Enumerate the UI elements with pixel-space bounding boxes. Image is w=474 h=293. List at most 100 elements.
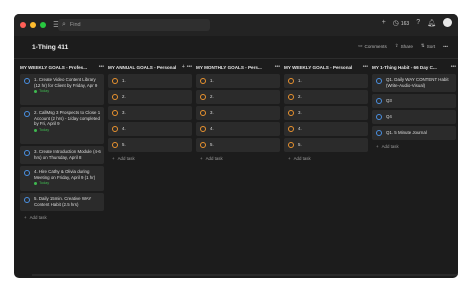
task-card[interactable]: Q1. 5 Minute Journal [372, 126, 456, 140]
task-checkbox[interactable] [288, 126, 294, 132]
avatar[interactable] [443, 18, 452, 27]
add-icon[interactable]: + [182, 64, 185, 70]
task-checkbox[interactable] [24, 170, 30, 176]
more-options-icon[interactable]: ••• [187, 64, 192, 70]
task-card[interactable]: 2. [284, 90, 368, 104]
column-title: MY WEEKLY GOALS - Personal [284, 64, 353, 70]
task-card[interactable]: 5. [284, 138, 368, 152]
task-checkbox[interactable] [288, 94, 294, 100]
plus-icon: + [200, 156, 203, 161]
task-card[interactable]: Q1. Daily WAY CONTENT Habit (Write-Audio… [372, 74, 456, 92]
task-card[interactable]: 3. [108, 106, 192, 120]
more-options-icon[interactable]: ••• [443, 43, 448, 49]
task-checkbox[interactable] [200, 142, 206, 148]
task-checkbox[interactable] [24, 78, 30, 84]
column-weekly-goals-professional: MY WEEKLY GOALS - Profes... ••• 1. Creat… [20, 62, 104, 220]
task-card[interactable]: 2. CallMsg 3 Prospects to Close 1 Accoun… [20, 107, 104, 144]
task-checkbox[interactable] [112, 110, 118, 116]
share-button[interactable]: ⇪ Share [395, 43, 413, 49]
task-checkbox[interactable] [24, 150, 30, 156]
comments-button[interactable]: ▭ Comments [358, 43, 387, 49]
column-title: MY ANNUAL GOALS - Personal [108, 64, 177, 70]
task-title: Q1. 5 Minute Journal [386, 130, 427, 136]
column-header: MY WEEKLY GOALS - Personal ••• [284, 62, 368, 72]
task-title: 4. [122, 126, 126, 132]
task-title: 3. [298, 110, 302, 116]
task-card[interactable]: 2. [108, 90, 192, 104]
task-checkbox[interactable] [200, 78, 206, 84]
task-card[interactable]: 5. Daily 15min. Creative WAY Content Hab… [20, 193, 104, 211]
task-checkbox[interactable] [376, 78, 382, 84]
task-checkbox[interactable] [112, 78, 118, 84]
window-controls [20, 22, 46, 28]
task-checkbox[interactable] [200, 94, 206, 100]
due-date-badge: Today [34, 89, 101, 95]
task-title: 5. [122, 142, 126, 148]
more-options-icon[interactable]: ••• [363, 64, 368, 70]
more-options-icon[interactable]: ••• [99, 64, 104, 70]
notifications-icon[interactable]: 🔔︎ [427, 19, 436, 27]
task-checkbox[interactable] [200, 110, 206, 116]
add-task-button[interactable]: + Add task [284, 156, 368, 161]
task-checkbox[interactable] [376, 130, 382, 136]
task-checkbox[interactable] [112, 126, 118, 132]
task-title: Q1. Daily WAY CONTENT Habit (Write-Audio… [386, 77, 449, 88]
task-title: Q4 [386, 114, 392, 120]
task-card[interactable]: 5. [108, 138, 192, 152]
due-date-badge: Today [34, 181, 101, 187]
task-checkbox[interactable] [24, 111, 30, 117]
add-icon[interactable]: + [382, 19, 386, 26]
add-task-button[interactable]: + Add task [108, 156, 192, 161]
task-card[interactable]: 3. [196, 106, 280, 120]
task-card[interactable]: 2. [196, 90, 280, 104]
task-checkbox[interactable] [288, 142, 294, 148]
search-input[interactable]: ⌕ Find [58, 19, 210, 31]
help-icon[interactable]: ? [416, 19, 420, 26]
zoom-window-button[interactable] [40, 22, 46, 28]
task-checkbox[interactable] [376, 114, 382, 120]
task-card[interactable]: 1. [108, 74, 192, 88]
task-card[interactable]: Q4 [372, 110, 456, 124]
task-card[interactable]: 1. [196, 74, 280, 88]
add-task-button[interactable]: + Add task [196, 156, 280, 161]
more-options-icon[interactable]: ••• [275, 64, 280, 70]
task-checkbox[interactable] [112, 94, 118, 100]
task-checkbox[interactable] [288, 78, 294, 84]
header-actions: ▭ Comments ⇪ Share ⇅ Sort ••• [358, 43, 448, 49]
add-task-button[interactable]: + Add task [20, 215, 104, 220]
column-annual-goals-personal: MY ANNUAL GOALS - Personal + ••• 1. 2. 3… [108, 62, 192, 161]
task-title: 1. [122, 78, 126, 84]
task-card[interactable]: 4. Hire Cathy & Olivia during Meeting on… [20, 166, 104, 191]
task-checkbox[interactable] [24, 197, 30, 203]
more-options-icon[interactable]: ••• [451, 64, 456, 70]
task-checkbox[interactable] [200, 126, 206, 132]
task-title: 1. [298, 78, 302, 84]
task-title: 2. [210, 94, 214, 100]
task-title: 3. Create Introduction Module (4-6 hrs) … [34, 149, 101, 160]
task-checkbox[interactable] [288, 110, 294, 116]
task-card[interactable]: 1. [284, 74, 368, 88]
task-card[interactable]: 4. [284, 122, 368, 136]
add-task-button[interactable]: + Add task [372, 144, 456, 149]
plus-icon: + [24, 215, 27, 220]
task-card[interactable]: 4. [108, 122, 192, 136]
task-card[interactable]: 1. Create Video Content Library (12 hr) … [20, 74, 104, 105]
column-title: MY 1-Thing Habit - 66 Day C... [372, 64, 437, 70]
task-card[interactable]: 3. Create Introduction Module (4-6 hrs) … [20, 146, 104, 164]
task-card[interactable]: 3. [284, 106, 368, 120]
task-checkbox[interactable] [112, 142, 118, 148]
search-icon: ⌕ [62, 21, 66, 28]
task-title: 1. Create Video Content Library (12 hr) … [34, 77, 98, 88]
task-card[interactable]: 4. [196, 122, 280, 136]
close-window-button[interactable] [20, 22, 26, 28]
task-card[interactable]: Q3 [372, 94, 456, 108]
task-title: 2. [122, 94, 126, 100]
minimize-window-button[interactable] [30, 22, 36, 28]
column-title: MY MONTHLY GOALS - Pers... [196, 64, 262, 70]
task-card[interactable]: 5. [196, 138, 280, 152]
task-checkbox[interactable] [376, 98, 382, 104]
karma-points[interactable]: ◷ 163 [393, 19, 409, 27]
column-weekly-goals-personal: MY WEEKLY GOALS - Personal ••• 1. 2. 3. … [284, 62, 368, 161]
sort-button[interactable]: ⇅ Sort [421, 43, 435, 49]
horizontal-scrollbar[interactable] [32, 274, 458, 276]
